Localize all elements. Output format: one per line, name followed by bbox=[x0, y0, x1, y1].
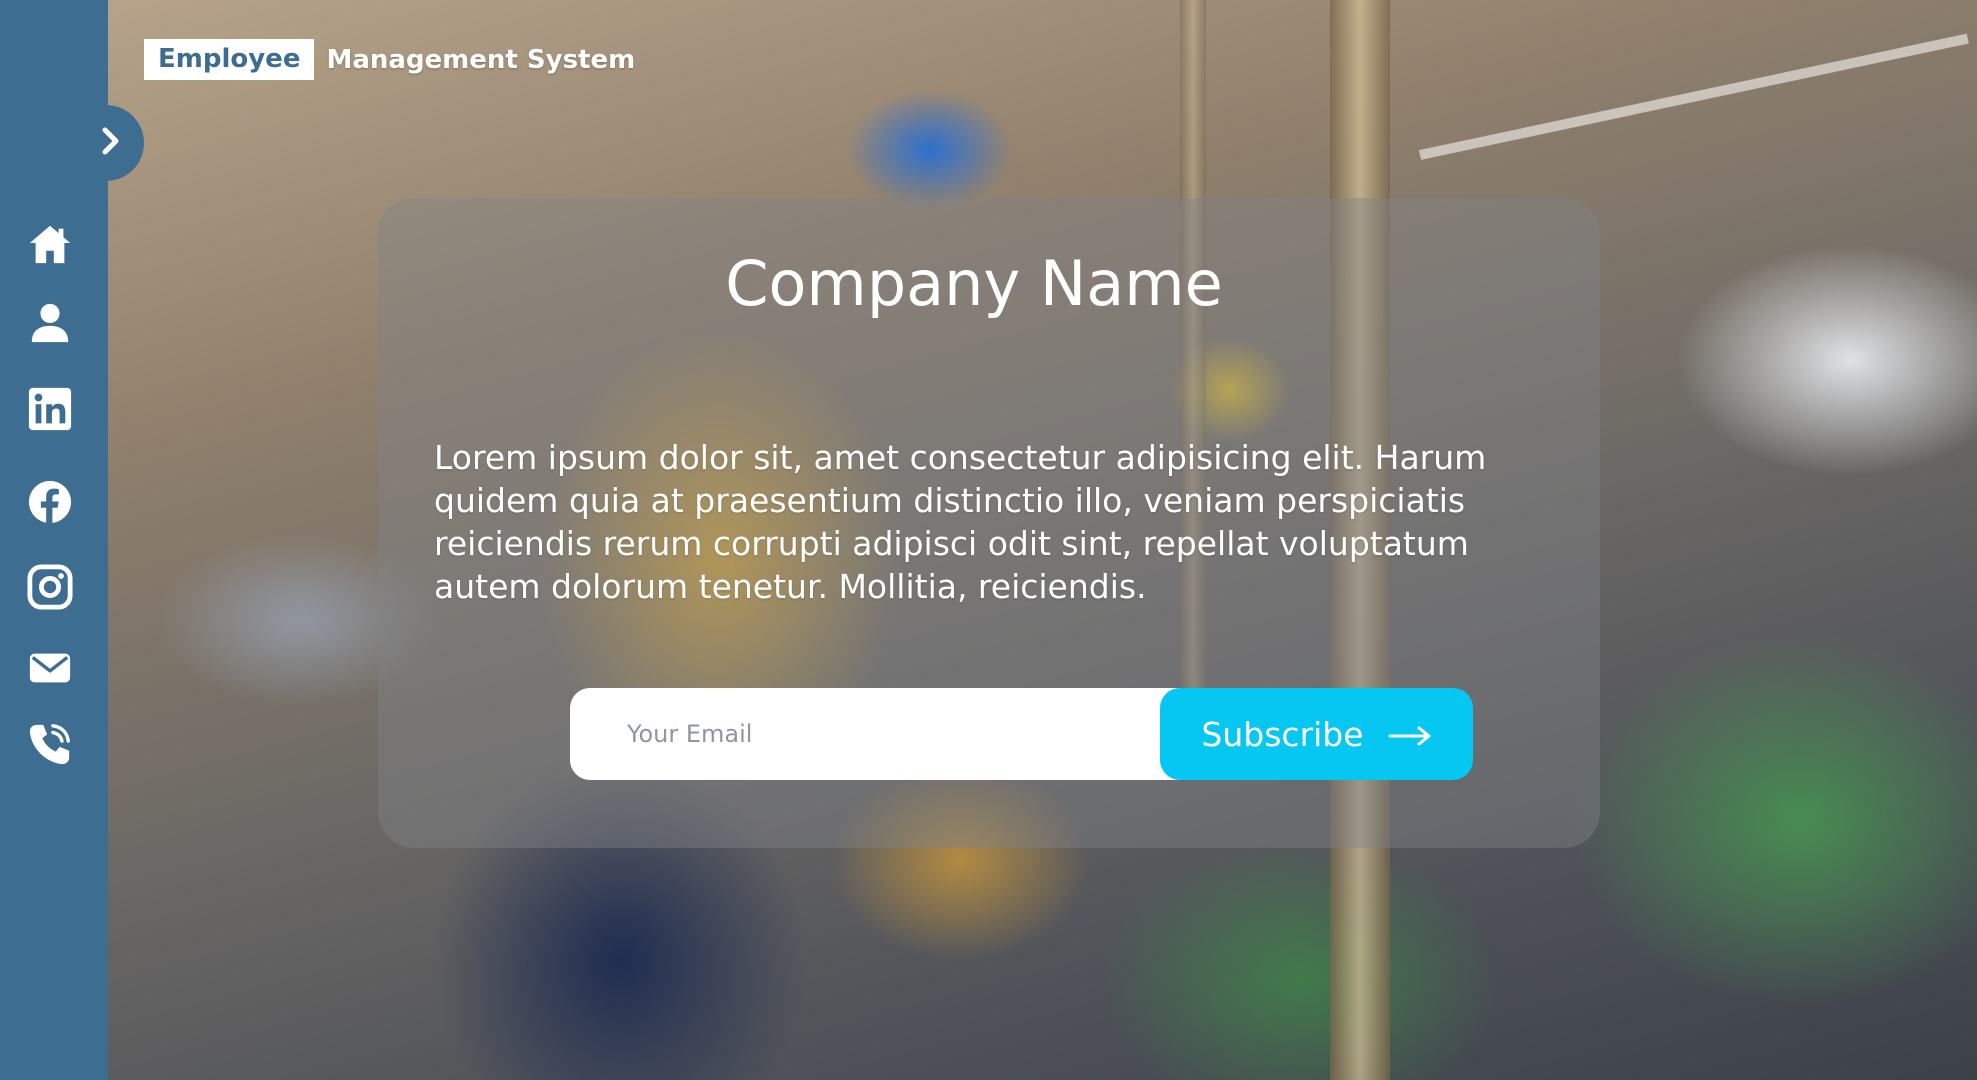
sidebar-item-instagram[interactable] bbox=[26, 564, 74, 614]
phone-icon bbox=[27, 721, 73, 771]
facebook-icon bbox=[27, 479, 73, 529]
user-icon bbox=[27, 300, 73, 350]
brand-highlight: Employee bbox=[144, 39, 315, 80]
email-input[interactable] bbox=[570, 688, 1190, 780]
sidebar-item-home[interactable] bbox=[26, 222, 74, 270]
sidebar-item-linkedin[interactable] bbox=[26, 387, 74, 435]
instagram-icon bbox=[27, 564, 73, 614]
sidebar-item-facebook[interactable] bbox=[26, 480, 74, 528]
sidebar-item-email[interactable] bbox=[26, 646, 74, 694]
app-title: Employee Management System bbox=[144, 39, 635, 80]
ceiling-light-beam bbox=[1418, 33, 1969, 160]
subscribe-label: Subscribe bbox=[1201, 714, 1364, 754]
subscribe-button[interactable]: Subscribe bbox=[1160, 688, 1473, 780]
arrow-right-icon bbox=[1388, 715, 1432, 754]
sidebar-item-profile[interactable] bbox=[26, 301, 74, 349]
hero-description: Lorem ipsum dolor sit, amet consectetur … bbox=[434, 438, 1487, 606]
page: Employee Management System Company Name … bbox=[0, 0, 1977, 1080]
linkedin-icon bbox=[27, 386, 73, 436]
brand-subtitle: Management System bbox=[326, 44, 636, 75]
company-name: Company Name bbox=[725, 247, 1223, 320]
home-icon bbox=[27, 221, 73, 271]
sidebar-item-phone[interactable] bbox=[26, 722, 74, 770]
chevron-right-icon bbox=[100, 126, 122, 160]
subscribe-form: Subscribe bbox=[570, 688, 1473, 780]
mail-icon bbox=[27, 645, 73, 695]
company-name-wrap: Company Name bbox=[378, 242, 1570, 326]
